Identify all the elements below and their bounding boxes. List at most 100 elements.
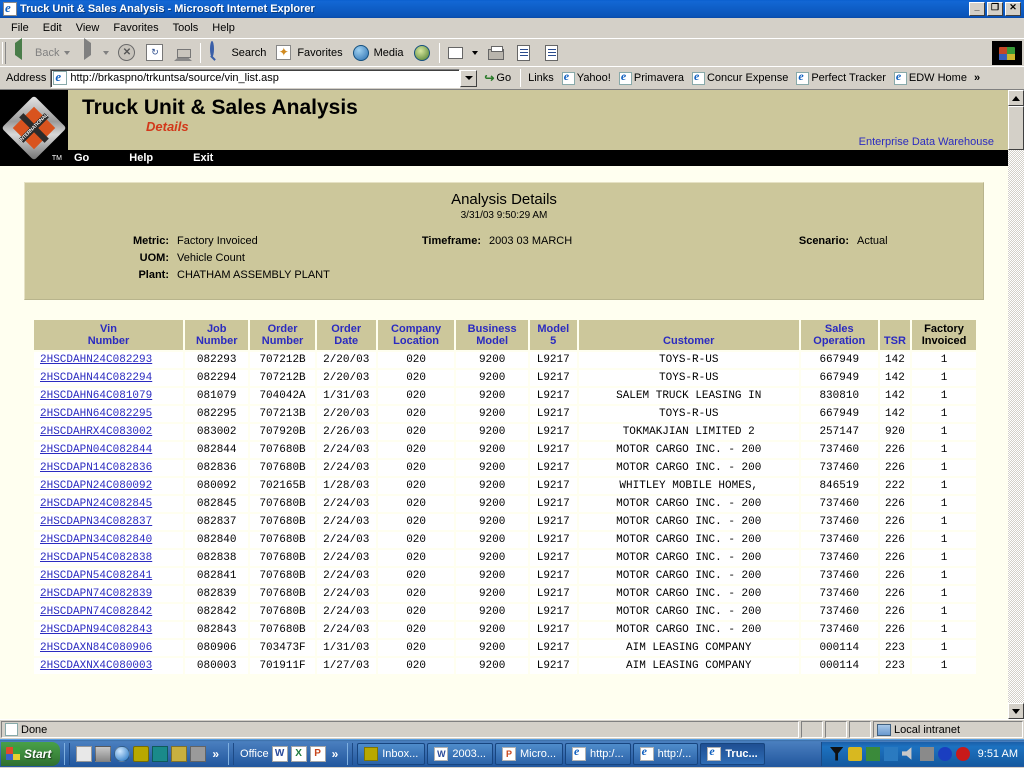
office-overflow-button[interactable]: » (329, 747, 342, 761)
cell-vin-number[interactable]: 2HSCDAPN74C082839 (32, 585, 185, 604)
cell-vin-number[interactable]: 2HSCDAHRX4C083002 (32, 423, 185, 442)
column-header[interactable]: Order Date (314, 318, 378, 352)
backup-tray-icon[interactable] (883, 746, 898, 761)
mail-dropdown-icon[interactable] (471, 50, 478, 55)
vin-number-link[interactable]: 2HSCDAPN24C082845 (40, 498, 152, 510)
cell-vin-number[interactable]: 2HSCDAPN24C082845 (32, 495, 185, 514)
task-button-inbox[interactable]: Inbox... (357, 742, 426, 765)
task-button-http-2[interactable]: http:/... (632, 742, 699, 765)
menu-favorites[interactable]: Favorites (106, 20, 165, 36)
start-button[interactable]: Start (1, 741, 61, 766)
cell-vin-number[interactable]: 2HSCDAPN24C080092 (32, 477, 185, 496)
media-button[interactable]: Media (347, 41, 408, 65)
link-edw-home[interactable]: EDW Home (890, 69, 971, 85)
cell-vin-number[interactable]: 2HSCDAPN04C082844 (32, 441, 185, 460)
network-quicklaunch-icon[interactable] (152, 745, 169, 762)
vin-number-link[interactable]: 2HSCDAHRX4C083002 (40, 426, 152, 438)
notes-quicklaunch-icon[interactable] (171, 745, 188, 762)
refresh-button[interactable]: ↻ (141, 41, 169, 65)
taskbar-clock[interactable]: 9:51 AM (978, 748, 1018, 760)
vin-number-link[interactable]: 2HSCDAHN44C082294 (40, 372, 152, 384)
vin-number-link[interactable]: 2HSCDAHN64C082295 (40, 408, 152, 420)
column-header[interactable]: Business Model (454, 318, 530, 352)
security-tray-icon[interactable] (847, 746, 862, 761)
network-tray-icon[interactable] (919, 746, 934, 761)
mail-button[interactable] (443, 41, 482, 65)
show-desktop-icon[interactable] (95, 745, 112, 762)
cell-vin-number[interactable]: 2HSCDAHN44C082294 (32, 369, 185, 388)
vin-number-link[interactable]: 2HSCDAPN34C082840 (40, 534, 152, 546)
cell-vin-number[interactable]: 2HSCDAHN64C081079 (32, 387, 185, 406)
cell-vin-number[interactable]: 2HSCDAPN34C082840 (32, 531, 185, 550)
quicklaunch-overflow-button[interactable]: » (209, 747, 222, 761)
links-overflow-button[interactable]: » (971, 72, 983, 84)
menu-file[interactable]: File (4, 20, 36, 36)
menu-help[interactable]: Help (205, 20, 242, 36)
vin-number-link[interactable]: 2HSCDAPN34C082837 (40, 516, 152, 528)
column-header[interactable]: Company Location (375, 318, 457, 352)
quicklaunch-grip[interactable] (64, 742, 71, 765)
office-bar-grip[interactable] (228, 742, 235, 765)
powerpoint-icon[interactable]: P (309, 745, 326, 762)
forward-button[interactable] (74, 37, 113, 65)
nav-help[interactable]: Help (129, 152, 153, 164)
back-dropdown-icon[interactable] (64, 50, 71, 55)
column-header[interactable]: Vin Number (32, 318, 185, 352)
vin-number-link[interactable]: 2HSCDAHN64C081079 (40, 390, 152, 402)
column-header[interactable]: Model 5 (527, 318, 579, 352)
menu-edit[interactable]: Edit (36, 20, 69, 36)
home-button[interactable] (169, 40, 197, 65)
address-input[interactable]: http://brkaspno/trkuntsa/source/vin_list… (50, 68, 461, 88)
forward-dropdown-icon[interactable] (103, 50, 110, 55)
outlook-quicklaunch-icon[interactable] (133, 745, 150, 762)
column-header[interactable]: Factory Invoiced (910, 318, 978, 352)
vin-number-link[interactable]: 2HSCDAPN94C082843 (40, 624, 152, 636)
cell-vin-number[interactable]: 2HSCDAPN94C082843 (32, 621, 185, 640)
search-button[interactable]: Search (204, 40, 270, 65)
excel-icon[interactable]: X (290, 745, 307, 762)
vin-number-link[interactable]: 2HSCDAHN24C082293 (40, 354, 152, 366)
norton-tray-icon[interactable] (865, 746, 880, 761)
column-header[interactable]: TSR (877, 318, 913, 352)
edit-button[interactable] (510, 41, 538, 65)
internet-explorer-quicklaunch-icon[interactable] (114, 745, 131, 762)
update-tray-icon[interactable] (955, 746, 970, 761)
link-perfect-tracker[interactable]: Perfect Tracker (792, 69, 890, 85)
task-button-truck-analysis[interactable]: Truc... (700, 742, 765, 765)
cell-vin-number[interactable]: 2HSCDAPN34C082837 (32, 513, 185, 532)
vin-number-link[interactable]: 2HSCDAPN54C082838 (40, 552, 152, 564)
enterprise-data-warehouse-link[interactable]: Enterprise Data Warehouse (859, 136, 994, 148)
vin-number-link[interactable]: 2HSCDAPN74C082839 (40, 588, 152, 600)
cell-vin-number[interactable]: 2HSCDAPN54C082838 (32, 549, 185, 568)
vin-number-link[interactable]: 2HSCDAPN14C082836 (40, 462, 152, 474)
cell-vin-number[interactable]: 2HSCDAPN14C082836 (32, 459, 185, 478)
link-primavera[interactable]: Primavera (615, 69, 688, 85)
column-header[interactable]: Customer (576, 318, 801, 352)
cell-vin-number[interactable]: 2HSCDAXN84C080906 (32, 639, 185, 658)
page-vertical-scrollbar[interactable] (1008, 90, 1024, 719)
menu-tools[interactable]: Tools (166, 20, 206, 36)
minimize-button[interactable]: _ (969, 2, 985, 16)
nav-go[interactable]: Go (74, 152, 89, 164)
nav-exit[interactable]: Exit (193, 152, 213, 164)
close-button[interactable]: ✕ (1005, 2, 1021, 16)
notepad-icon[interactable] (76, 745, 93, 762)
sync-tray-icon[interactable] (937, 746, 952, 761)
scroll-down-button[interactable] (1008, 703, 1024, 719)
vin-number-link[interactable]: 2HSCDAXN84C080906 (40, 642, 152, 654)
link-concur-expense[interactable]: Concur Expense (688, 69, 792, 85)
discuss-button[interactable] (538, 41, 566, 65)
task-button-http-1[interactable]: http:/... (565, 742, 631, 765)
back-button[interactable]: Back (8, 37, 74, 65)
address-dropdown-button[interactable] (460, 69, 478, 87)
cell-vin-number[interactable]: 2HSCDAHN64C082295 (32, 405, 185, 424)
print-button[interactable] (482, 41, 510, 65)
scroll-up-button[interactable] (1008, 90, 1024, 106)
column-header[interactable]: Job Number (182, 318, 251, 352)
toolbar-grip[interactable] (2, 41, 6, 64)
volume-tray-icon[interactable] (901, 747, 912, 760)
go-button[interactable]: ↪ Go (478, 71, 517, 85)
vin-number-link[interactable]: 2HSCDAPN54C082841 (40, 570, 152, 582)
cell-vin-number[interactable]: 2HSCDAPN74C082842 (32, 603, 185, 622)
task-button-2003-doc[interactable]: W 2003... (427, 742, 493, 765)
